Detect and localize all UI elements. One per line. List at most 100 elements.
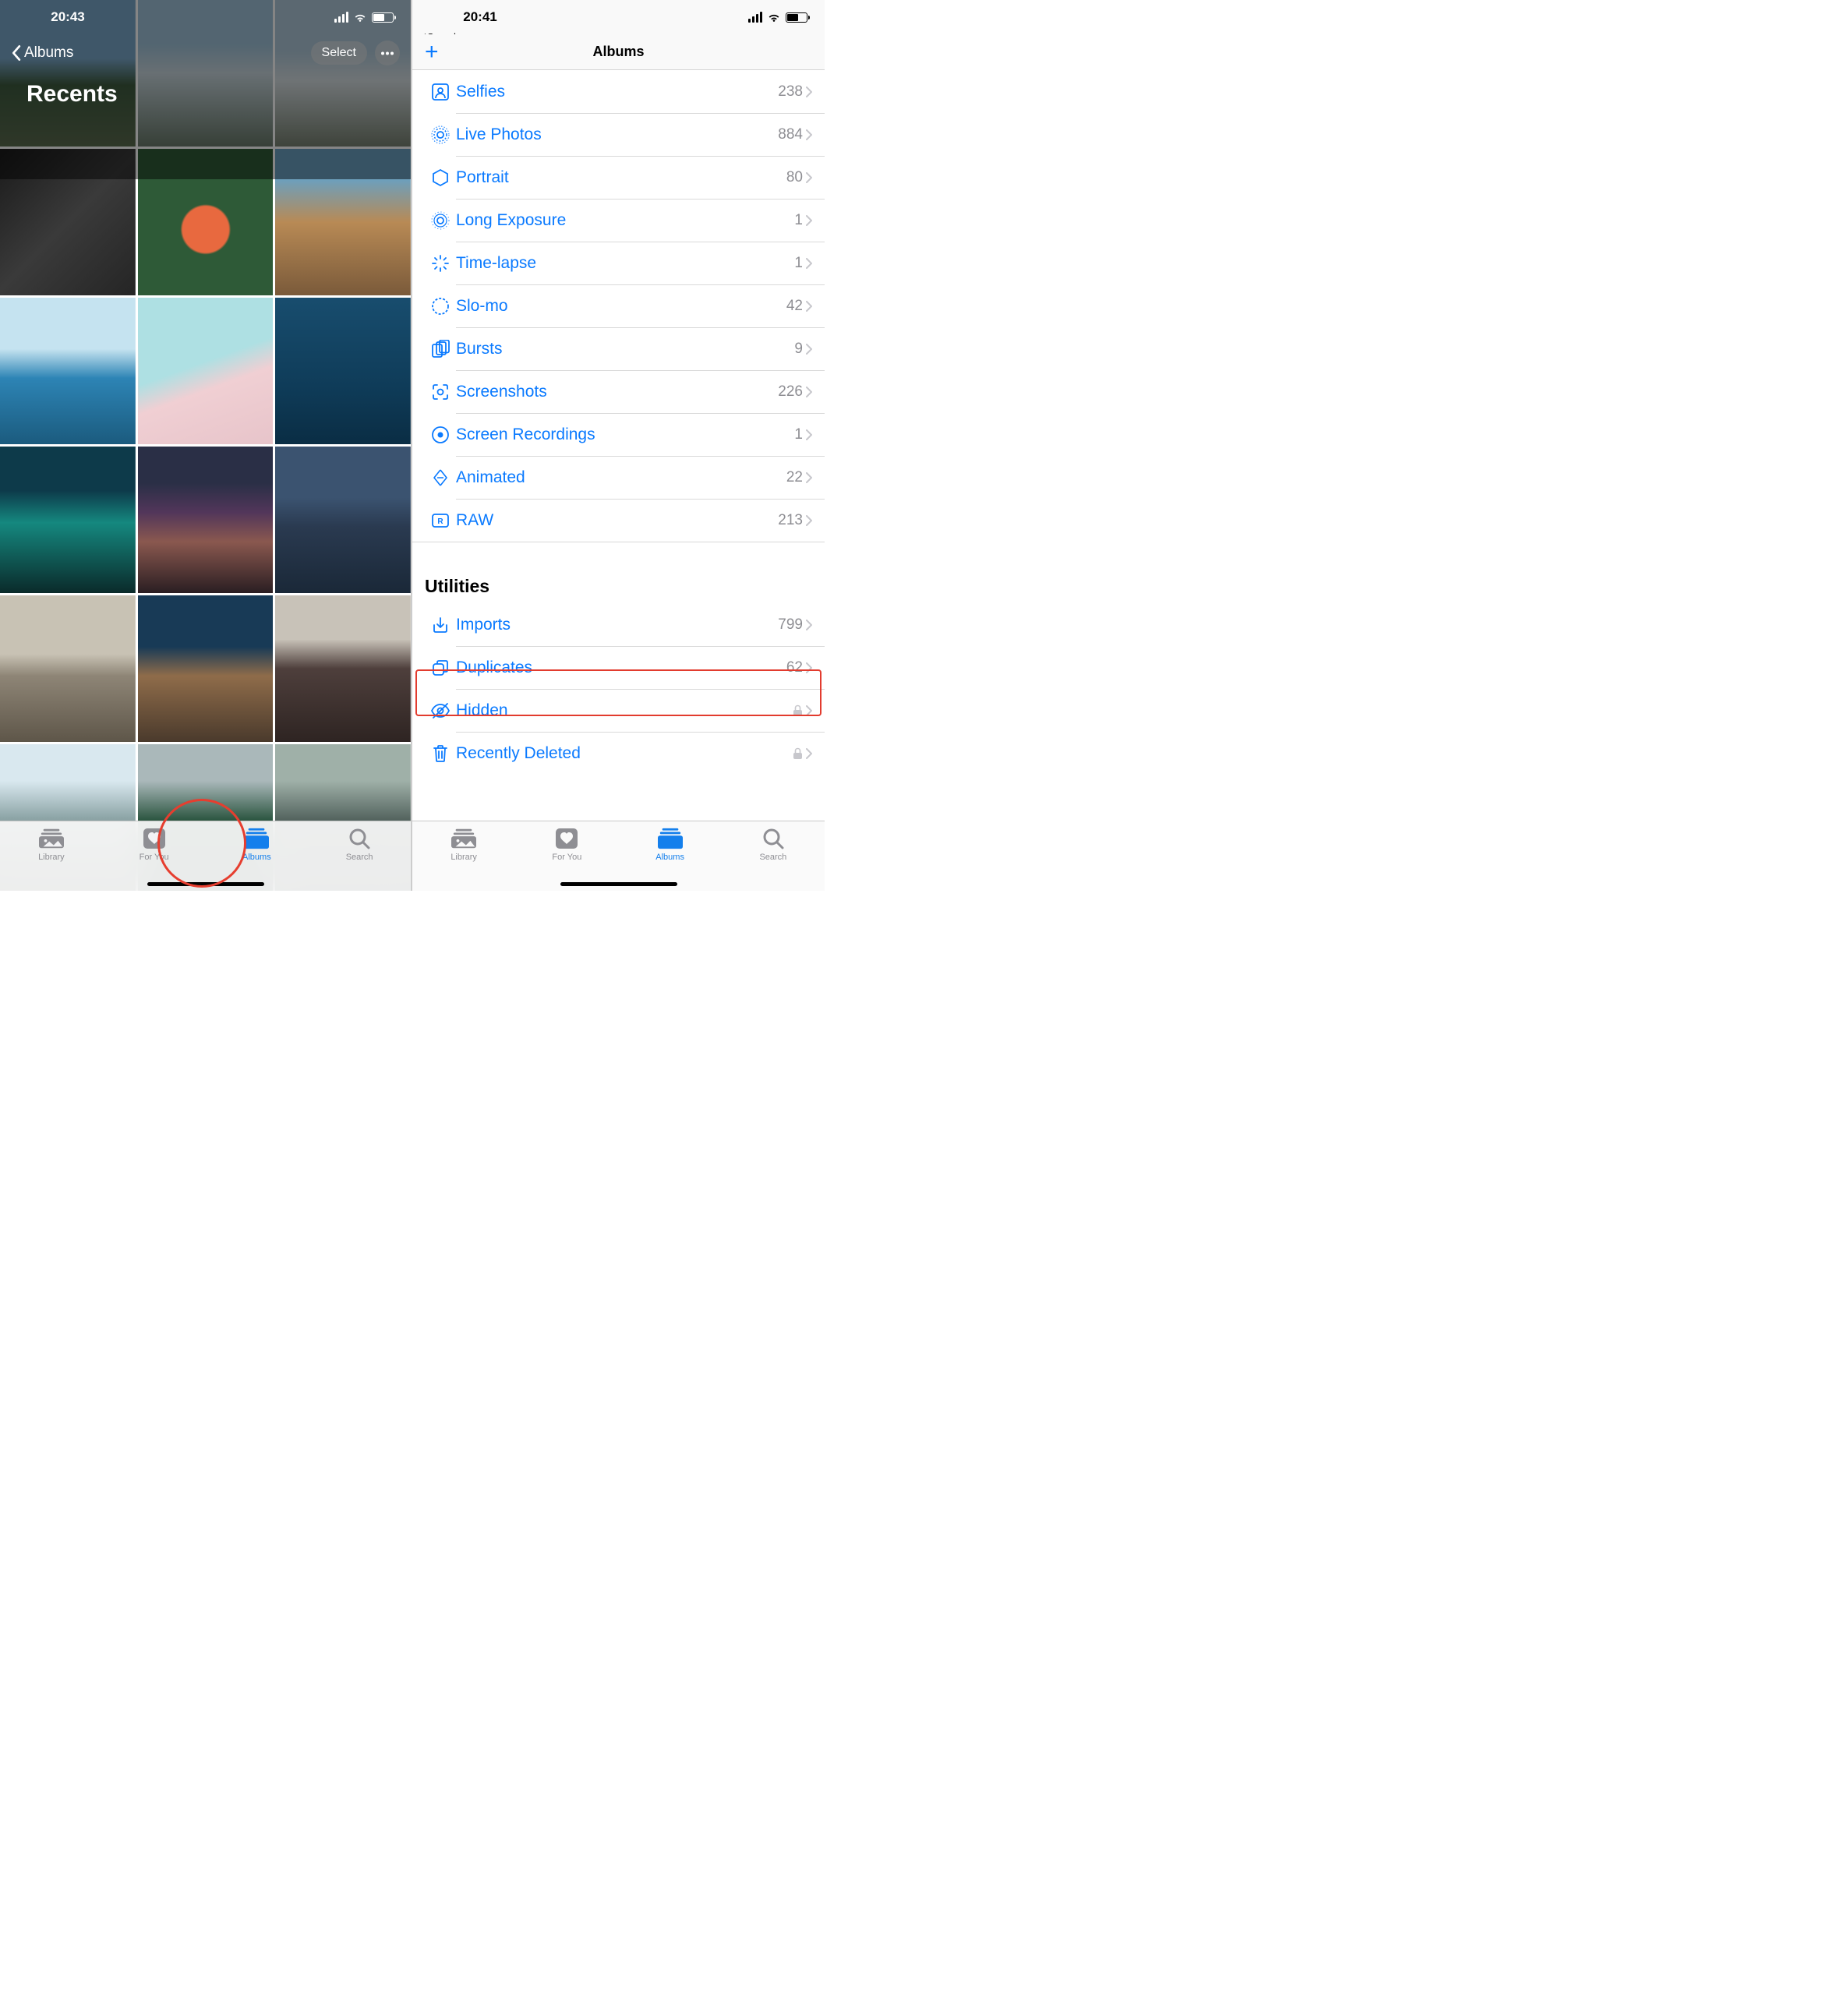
list-item-portrait[interactable]: Portrait 80: [412, 156, 825, 199]
status-bar: 20:41: [412, 0, 825, 34]
tab-search[interactable]: Search: [742, 828, 804, 862]
photo-thumb[interactable]: [275, 298, 411, 444]
photo-thumb[interactable]: [275, 595, 411, 742]
page-title: Recents: [27, 81, 118, 108]
list-item-screenshots[interactable]: Screenshots 226: [412, 370, 825, 413]
animated-icon: [425, 468, 456, 487]
tab-albums[interactable]: Albums: [639, 828, 701, 862]
status-bar: 20:43: [0, 0, 411, 34]
right-screenshot: 20:41 Search + Albums Selfies 238 Live P…: [412, 0, 825, 891]
photo-thumb[interactable]: [138, 595, 274, 742]
home-indicator[interactable]: [560, 882, 677, 886]
photo-thumb[interactable]: [0, 595, 136, 742]
chevron-right-icon: [806, 129, 812, 140]
item-label: Bursts: [456, 340, 794, 358]
chevron-right-icon: [806, 515, 812, 526]
list-item-timelapse[interactable]: Time-lapse 1: [412, 242, 825, 284]
item-label: Live Photos: [456, 125, 778, 144]
chevron-right-icon: [806, 748, 812, 759]
chevron-right-icon: [806, 472, 812, 483]
nav-bar: Albums Select: [0, 41, 411, 65]
select-button[interactable]: Select: [311, 41, 367, 65]
item-label: Slo-mo: [456, 297, 786, 316]
item-count: 226: [778, 383, 803, 401]
chevron-right-icon: [806, 172, 812, 183]
item-count: 799: [778, 616, 803, 634]
nav-bar: + Albums: [412, 34, 825, 70]
item-label: Portrait: [456, 168, 786, 187]
list-item-recentlydeleted[interactable]: Recently Deleted: [412, 732, 825, 775]
hidden-icon: [425, 701, 456, 720]
item-count: 884: [778, 126, 803, 143]
item-count: 1: [794, 255, 803, 272]
list-item-hidden[interactable]: Hidden: [412, 689, 825, 732]
item-count: 62: [786, 659, 803, 676]
item-label: Time-lapse: [456, 254, 794, 273]
tab-library[interactable]: Library: [433, 828, 495, 862]
tab-bar: Library For You Albums Search: [412, 821, 825, 891]
tab-label: For You: [552, 853, 581, 862]
list-item-imports[interactable]: Imports 799: [412, 603, 825, 646]
list-item-livephotos[interactable]: Live Photos 884: [412, 113, 825, 156]
photo-thumb[interactable]: [275, 447, 411, 593]
item-label: Animated: [456, 468, 786, 487]
chevron-right-icon: [806, 705, 812, 716]
item-count: 1: [794, 426, 803, 443]
chevron-right-icon: [806, 620, 812, 630]
tab-foryou[interactable]: For You: [535, 828, 598, 862]
photo-thumb[interactable]: [138, 447, 274, 593]
item-count: 1: [794, 212, 803, 229]
photo-thumb[interactable]: [138, 298, 274, 444]
wifi-icon: [767, 12, 781, 23]
tab-search[interactable]: Search: [328, 828, 390, 862]
bursts-icon: [425, 340, 456, 358]
tab-library[interactable]: Library: [20, 828, 83, 862]
tab-label: Search: [346, 853, 373, 862]
lock-icon: [793, 747, 803, 760]
list-item-slomo[interactable]: Slo-mo 42: [412, 284, 825, 327]
list-item-longexposure[interactable]: Long Exposure 1: [412, 199, 825, 242]
status-time: 20:43: [17, 9, 118, 25]
selfies-icon: [425, 83, 456, 101]
chevron-right-icon: [806, 87, 812, 97]
item-label: Recently Deleted: [456, 744, 793, 763]
heart-card-icon: [556, 828, 578, 849]
item-label: Hidden: [456, 701, 793, 720]
tab-label: Library: [451, 853, 477, 862]
item-label: Imports: [456, 616, 778, 634]
trash-icon: [425, 744, 456, 763]
list-item-selfies[interactable]: Selfies 238: [412, 70, 825, 113]
tab-label: Search: [759, 853, 786, 862]
item-count: 213: [778, 512, 803, 529]
battery-icon: [786, 12, 807, 23]
screenshots-icon: [425, 383, 456, 401]
ellipsis-icon: [380, 51, 394, 55]
chevron-right-icon: [806, 344, 812, 355]
cellular-icon: [334, 12, 348, 23]
list-item-bursts[interactable]: Bursts 9: [412, 327, 825, 370]
photo-thumb[interactable]: [0, 447, 136, 593]
list-item-duplicates[interactable]: Duplicates 62: [412, 646, 825, 689]
item-count: 42: [786, 298, 803, 315]
item-label: RAW: [456, 511, 778, 530]
list-item-raw[interactable]: R RAW 213: [412, 499, 825, 542]
list-item-animated[interactable]: Animated 22: [412, 456, 825, 499]
chevron-left-icon: [11, 44, 21, 62]
portrait-icon: [425, 168, 456, 187]
list-item-screenrecordings[interactable]: Screen Recordings 1: [412, 413, 825, 456]
back-label: Albums: [24, 44, 73, 62]
photo-thumb[interactable]: [0, 298, 136, 444]
item-label: Duplicates: [456, 659, 786, 677]
photos-stack-icon: [451, 828, 476, 849]
add-button[interactable]: +: [425, 41, 439, 64]
longexposure-icon: [425, 211, 456, 230]
albums-list[interactable]: Selfies 238 Live Photos 884 Portrait 80 …: [412, 70, 825, 821]
back-button[interactable]: Albums: [11, 44, 73, 62]
item-count: 22: [786, 469, 803, 486]
albums-icon: [244, 828, 269, 849]
more-button[interactable]: [375, 41, 400, 65]
albums-icon: [658, 828, 683, 849]
photos-stack-icon: [39, 828, 64, 849]
tab-label: Library: [38, 853, 65, 862]
chevron-right-icon: [806, 662, 812, 673]
